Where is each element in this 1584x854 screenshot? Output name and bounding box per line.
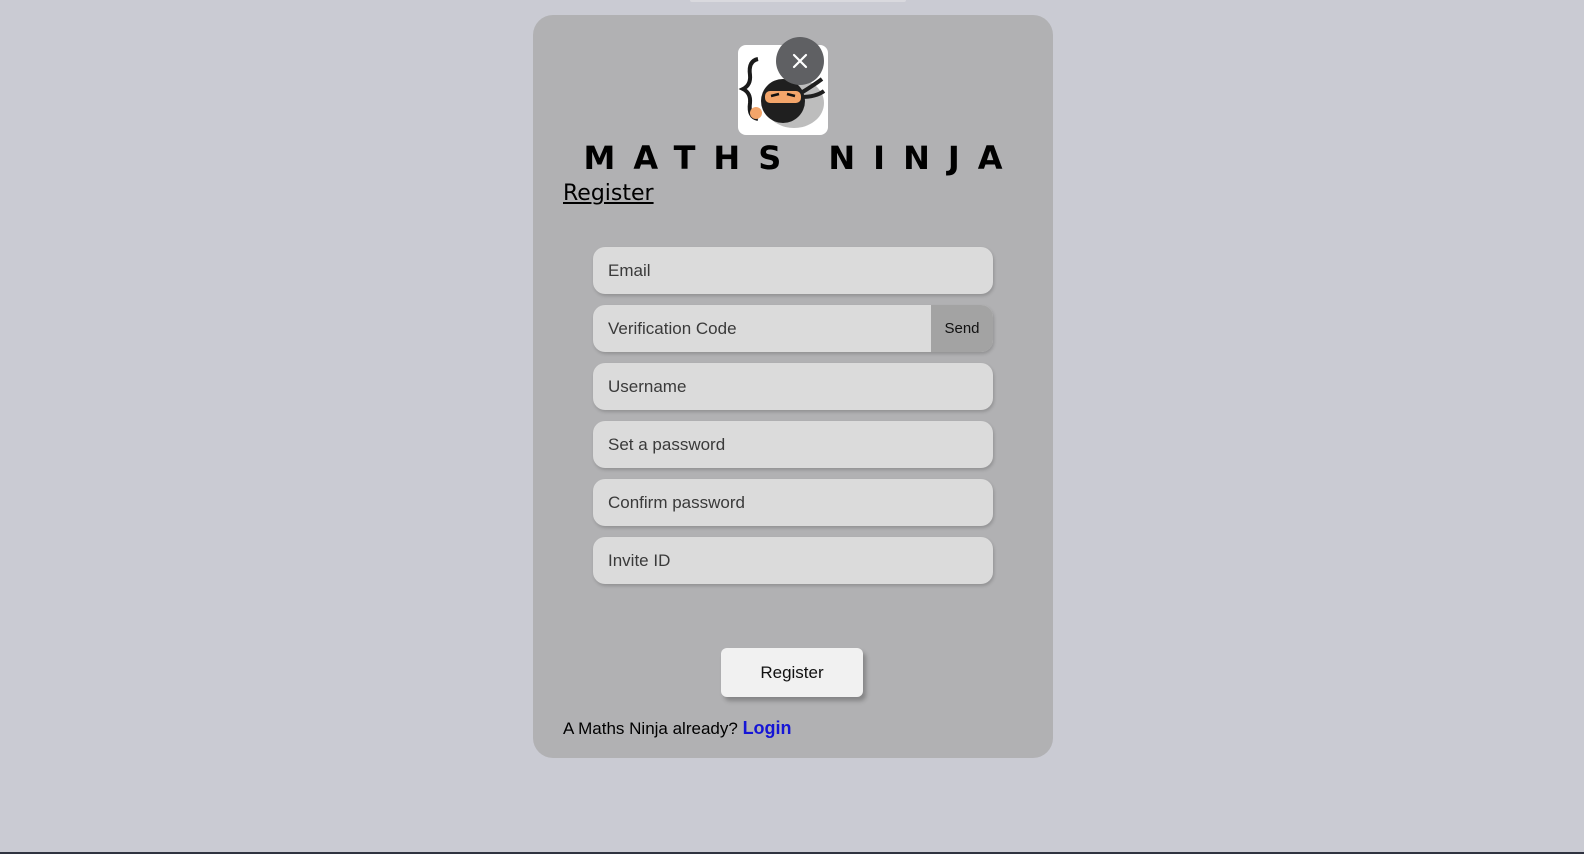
login-prompt: A Maths Ninja already? Login xyxy=(563,718,792,739)
password-input[interactable] xyxy=(593,421,993,468)
username-field-wrapper xyxy=(593,363,993,410)
email-input[interactable] xyxy=(593,247,993,294)
close-icon xyxy=(792,53,808,69)
verification-field-wrapper: Send xyxy=(593,305,993,352)
username-input[interactable] xyxy=(593,363,993,410)
invite-id-input[interactable] xyxy=(593,537,993,584)
password-field-wrapper xyxy=(593,421,993,468)
top-edge-bar xyxy=(690,0,906,2)
brand-title: MATHS NINJA xyxy=(583,139,1021,177)
email-field-wrapper xyxy=(593,247,993,294)
register-modal: MATHS NINJA Register Send Register A Mat… xyxy=(533,15,1053,758)
verification-code-input[interactable] xyxy=(593,305,931,352)
login-link[interactable]: Login xyxy=(743,718,792,738)
confirm-password-input[interactable] xyxy=(593,479,993,526)
invite-id-field-wrapper xyxy=(593,537,993,584)
login-prompt-text: A Maths Ninja already? xyxy=(563,719,738,738)
register-button[interactable]: Register xyxy=(721,648,863,697)
send-code-button[interactable]: Send xyxy=(931,305,993,352)
register-heading: Register xyxy=(563,181,654,206)
confirm-password-field-wrapper xyxy=(593,479,993,526)
page: MATHS NINJA Register Send Register A Mat… xyxy=(0,0,1584,854)
close-button[interactable] xyxy=(776,37,824,85)
